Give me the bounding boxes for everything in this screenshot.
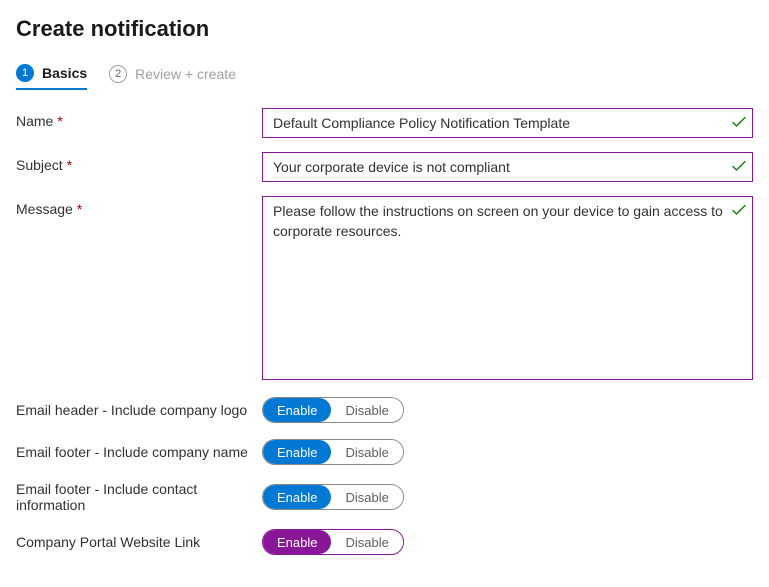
subject-input[interactable] (262, 152, 753, 182)
toggle-enable[interactable]: Enable (263, 485, 331, 509)
toggle-enable[interactable]: Enable (263, 440, 331, 464)
toggle-contact-info[interactable]: Enable Disable (262, 484, 404, 510)
message-label: Message * (16, 196, 262, 217)
required-indicator: * (57, 113, 62, 129)
toggle-portal-link[interactable]: Enable Disable (262, 529, 404, 555)
name-label: Name * (16, 108, 262, 129)
toggle-enable[interactable]: Enable (263, 398, 331, 422)
required-indicator: * (77, 201, 82, 217)
subject-label: Subject * (16, 152, 262, 173)
toggle-label-logo: Email header - Include company logo (16, 402, 262, 418)
toggle-company-logo[interactable]: Enable Disable (262, 397, 404, 423)
name-input[interactable] (262, 108, 753, 138)
toggle-disable[interactable]: Disable (331, 440, 402, 464)
toggle-enable[interactable]: Enable (263, 530, 331, 554)
toggle-disable[interactable]: Disable (331, 485, 402, 509)
toggle-disable[interactable]: Disable (331, 530, 402, 554)
page-title: Create notification (16, 16, 753, 42)
toggle-disable[interactable]: Disable (331, 398, 402, 422)
tab-label: Review + create (135, 66, 236, 82)
required-indicator: * (67, 157, 72, 173)
tab-label: Basics (42, 65, 87, 81)
toggle-label-company-name: Email footer - Include company name (16, 444, 262, 460)
tab-basics[interactable]: 1 Basics (16, 64, 87, 90)
toggle-company-name[interactable]: Enable Disable (262, 439, 404, 465)
message-textarea[interactable] (262, 196, 753, 380)
tab-badge: 2 (109, 65, 127, 83)
tab-badge: 1 (16, 64, 34, 82)
toggle-label-contact-info: Email footer - Include contact informati… (16, 481, 262, 513)
tabs: 1 Basics 2 Review + create (16, 64, 753, 90)
toggle-label-portal-link: Company Portal Website Link (16, 534, 262, 550)
tab-review-create[interactable]: 2 Review + create (109, 65, 236, 89)
